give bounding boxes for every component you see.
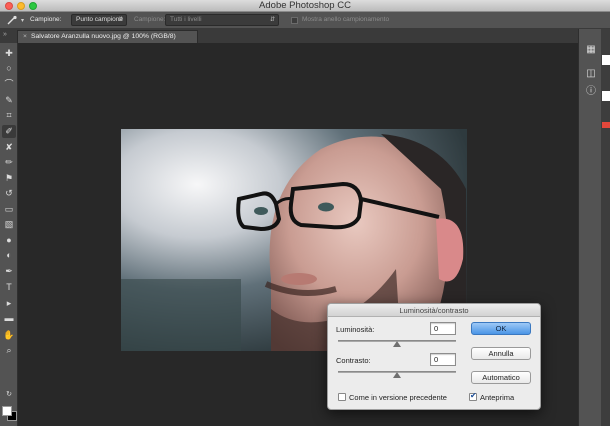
tool-preset-chevron-icon[interactable]: ▾ <box>21 17 24 24</box>
history-brush-tool-icon[interactable]: ↺ <box>2 187 16 200</box>
panel-strip <box>601 29 610 426</box>
panel-fragment <box>602 91 610 101</box>
tools-panel: ✚ ○ ⌒ ✎ ⌗ ✐ ✘ ✏ ⚑ ↺ ▭ ▧ ● ◐ ✒ T ▸ ▬ ✋ ⌕ ↻ <box>0 43 18 426</box>
brightness-contrast-dialog: Luminosità/contrasto Luminosità: 0 Contr… <box>327 303 541 410</box>
ok-button[interactable]: OK <box>471 322 531 335</box>
marquee-tool-icon[interactable]: ○ <box>2 62 16 75</box>
foreground-color-swatch[interactable] <box>2 406 12 416</box>
clone-stamp-tool-icon[interactable]: ⚑ <box>2 172 16 185</box>
dodge-tool-icon[interactable]: ◐ <box>2 249 16 262</box>
chevron-updown-icon: ⇵ <box>117 17 123 23</box>
sample-layers-label: Campione: <box>134 16 166 23</box>
preview-checkbox[interactable] <box>469 391 477 401</box>
cancel-button[interactable]: Annulla <box>471 347 531 360</box>
collapse-toolbar-icon[interactable]: » <box>3 31 7 38</box>
layers-panel-icon[interactable]: ▦ <box>584 43 598 57</box>
zoom-tool-icon[interactable]: ⌕ <box>2 344 16 357</box>
lasso-tool-icon[interactable]: ⌒ <box>2 78 16 91</box>
window-titlebar: Adobe Photoshop CC <box>0 0 610 12</box>
properties-panel-icon[interactable]: ◫ <box>584 67 598 81</box>
move-tool-icon[interactable]: ✚ <box>2 47 16 60</box>
close-document-icon[interactable]: × <box>23 33 27 40</box>
sample-layers-value: Tutti i livelli <box>170 16 202 23</box>
app-title: Adobe Photoshop CC <box>259 0 351 11</box>
healing-brush-tool-icon[interactable]: ✘ <box>2 141 16 154</box>
contrast-input[interactable]: 0 <box>430 353 456 366</box>
dialog-title: Luminosità/contrasto <box>328 304 540 317</box>
show-sampling-ring-label: Mostra anello campionamento <box>302 16 390 23</box>
brush-tool-icon[interactable]: ✏ <box>2 156 16 169</box>
document-tab-title: Salvatore Aranzulla nuovo.jpg @ 100% (RG… <box>30 33 176 40</box>
sample-size-select[interactable]: Punto campione ⇵ <box>71 14 127 26</box>
auto-button[interactable]: Automatico <box>471 371 531 384</box>
preview-label: Anteprima <box>480 393 515 402</box>
quick-selection-tool-icon[interactable]: ✎ <box>2 94 16 107</box>
sample-size-value: Punto campione <box>76 16 123 23</box>
eyedropper-icon[interactable] <box>6 15 18 26</box>
show-sampling-ring-checkbox[interactable] <box>291 17 298 24</box>
use-legacy-checkbox[interactable] <box>338 393 346 401</box>
panel-fragment <box>602 55 610 65</box>
pen-tool-icon[interactable]: ✒ <box>2 265 16 278</box>
type-tool-icon[interactable]: T <box>2 281 16 294</box>
blur-tool-icon[interactable]: ● <box>2 234 16 247</box>
use-legacy-label: Come in versione precedente <box>349 393 447 402</box>
gradient-tool-icon[interactable]: ▧ <box>2 218 16 231</box>
eyedropper-tool-icon[interactable]: ✐ <box>2 125 16 138</box>
brightness-slider-thumb[interactable] <box>393 341 401 347</box>
eraser-tool-icon[interactable]: ▭ <box>2 203 16 216</box>
contrast-slider-thumb[interactable] <box>393 372 401 378</box>
hand-tool-icon[interactable]: ✋ <box>2 329 16 342</box>
info-panel-icon[interactable]: ⓘ <box>584 85 598 99</box>
swap-colors-icon[interactable]: ↻ <box>2 388 16 401</box>
crop-tool-icon[interactable]: ⌗ <box>2 109 16 122</box>
options-bar: ▾ Campione: Punto campione ⇵ Campione: T… <box>0 12 610 29</box>
path-selection-tool-icon[interactable]: ▸ <box>2 297 16 310</box>
brightness-input[interactable]: 0 <box>430 322 456 335</box>
chevron-updown-icon: ⇵ <box>269 17 275 23</box>
shape-tool-icon[interactable]: ▬ <box>2 312 16 325</box>
right-panel-dock: ▦ ◫ ⓘ <box>578 29 610 426</box>
panel-fragment <box>602 122 610 128</box>
document-tab-bar: » × Salvatore Aranzulla nuovo.jpg @ 100% … <box>0 29 578 43</box>
sample-layers-select[interactable]: Tutti i livelli ⇵ <box>165 14 279 26</box>
brightness-label: Luminosità: <box>336 325 375 334</box>
document-tab[interactable]: × Salvatore Aranzulla nuovo.jpg @ 100% (R… <box>17 30 198 43</box>
contrast-label: Contrasto: <box>336 356 371 365</box>
sample-size-label: Campione: <box>30 16 62 23</box>
